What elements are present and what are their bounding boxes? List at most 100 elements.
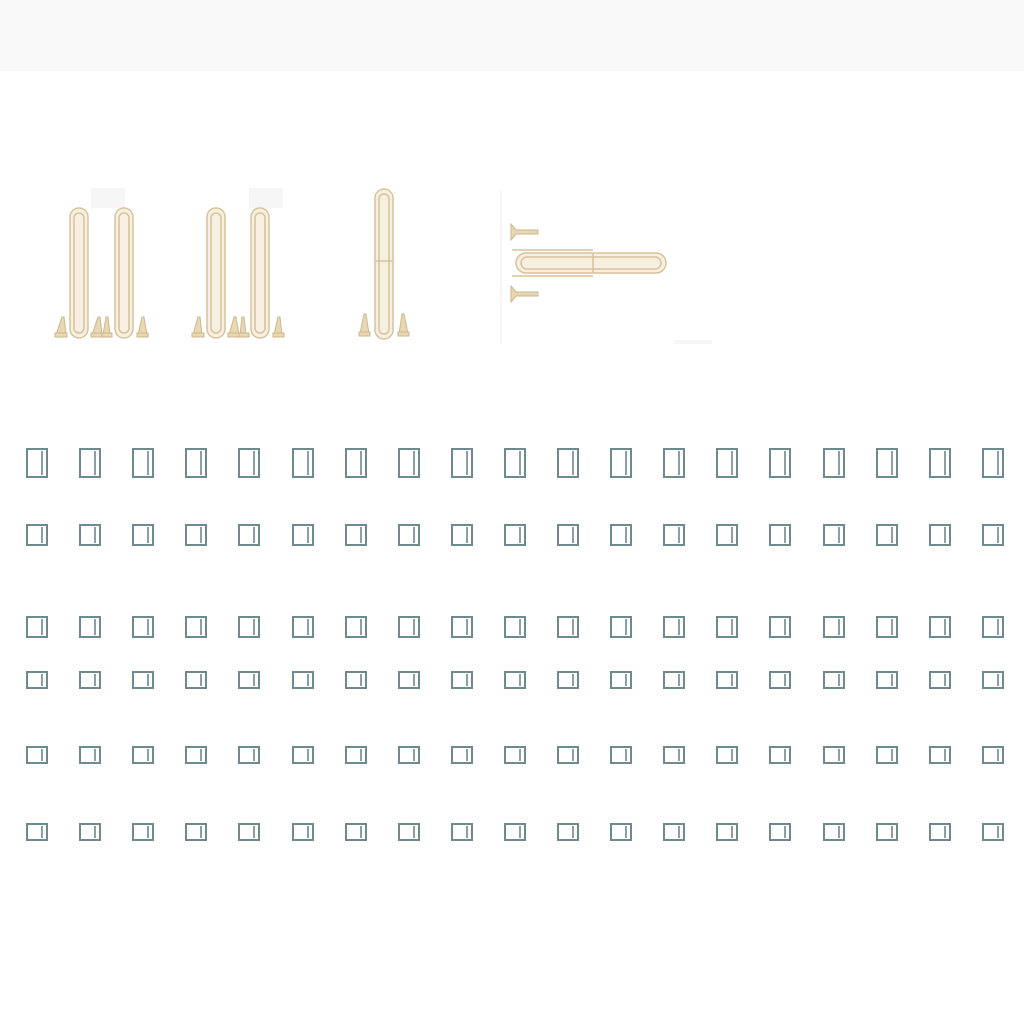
window-frame-icon[interactable] — [345, 448, 367, 478]
window-frame-icon[interactable] — [345, 746, 367, 764]
window-frame-icon[interactable] — [185, 823, 207, 841]
window-frame-icon[interactable] — [876, 823, 898, 841]
window-frame-icon[interactable] — [345, 616, 367, 638]
window-frame-icon[interactable] — [292, 746, 314, 764]
window-frame-icon[interactable] — [982, 823, 1004, 841]
window-frame-icon[interactable] — [132, 823, 154, 841]
window-frame-icon[interactable] — [504, 823, 526, 841]
window-frame-icon[interactable] — [504, 616, 526, 638]
window-frame-icon[interactable] — [610, 524, 632, 546]
window-frame-icon[interactable] — [929, 823, 951, 841]
window-frame-icon[interactable] — [823, 823, 845, 841]
window-frame-icon[interactable] — [610, 616, 632, 638]
window-frame-icon[interactable] — [132, 746, 154, 764]
window-frame-icon[interactable] — [982, 746, 1004, 764]
window-frame-icon[interactable] — [504, 448, 526, 478]
window-frame-icon[interactable] — [132, 448, 154, 478]
window-frame-icon[interactable] — [504, 671, 526, 689]
window-frame-icon[interactable] — [557, 823, 579, 841]
window-frame-icon[interactable] — [823, 616, 845, 638]
window-frame-icon[interactable] — [982, 616, 1004, 638]
window-frame-icon[interactable] — [79, 746, 101, 764]
window-frame-icon[interactable] — [982, 524, 1004, 546]
window-frame-icon[interactable] — [398, 448, 420, 478]
window-frame-icon[interactable] — [26, 524, 48, 546]
window-frame-icon[interactable] — [292, 616, 314, 638]
window-frame-icon[interactable] — [132, 671, 154, 689]
window-frame-icon[interactable] — [26, 746, 48, 764]
window-frame-icon[interactable] — [610, 823, 632, 841]
window-frame-icon[interactable] — [451, 524, 473, 546]
window-frame-icon[interactable] — [185, 616, 207, 638]
window-frame-icon[interactable] — [451, 616, 473, 638]
window-frame-icon[interactable] — [398, 746, 420, 764]
window-frame-icon[interactable] — [929, 524, 951, 546]
window-frame-icon[interactable] — [876, 524, 898, 546]
window-frame-icon[interactable] — [716, 524, 738, 546]
window-frame-icon[interactable] — [929, 746, 951, 764]
window-frame-icon[interactable] — [557, 671, 579, 689]
window-frame-icon[interactable] — [26, 671, 48, 689]
window-frame-icon[interactable] — [292, 671, 314, 689]
window-frame-icon[interactable] — [451, 823, 473, 841]
window-frame-icon[interactable] — [769, 616, 791, 638]
window-frame-icon[interactable] — [663, 524, 685, 546]
window-frame-icon[interactable] — [876, 671, 898, 689]
window-frame-icon[interactable] — [769, 448, 791, 478]
window-frame-icon[interactable] — [238, 616, 260, 638]
window-frame-icon[interactable] — [79, 524, 101, 546]
window-frame-icon[interactable] — [79, 448, 101, 478]
window-frame-icon[interactable] — [345, 823, 367, 841]
window-frame-icon[interactable] — [185, 448, 207, 478]
window-frame-icon[interactable] — [663, 746, 685, 764]
window-frame-icon[interactable] — [451, 671, 473, 689]
window-frame-icon[interactable] — [79, 671, 101, 689]
window-frame-icon[interactable] — [610, 671, 632, 689]
window-frame-icon[interactable] — [26, 823, 48, 841]
window-frame-icon[interactable] — [929, 671, 951, 689]
window-frame-icon[interactable] — [876, 616, 898, 638]
window-frame-icon[interactable] — [185, 671, 207, 689]
window-frame-icon[interactable] — [238, 524, 260, 546]
window-frame-icon[interactable] — [823, 746, 845, 764]
window-frame-icon[interactable] — [769, 671, 791, 689]
window-frame-icon[interactable] — [504, 746, 526, 764]
window-frame-icon[interactable] — [557, 524, 579, 546]
window-frame-icon[interactable] — [929, 448, 951, 478]
window-frame-icon[interactable] — [398, 524, 420, 546]
window-frame-icon[interactable] — [610, 746, 632, 764]
window-frame-icon[interactable] — [823, 671, 845, 689]
window-frame-icon[interactable] — [663, 616, 685, 638]
window-frame-icon[interactable] — [79, 823, 101, 841]
window-frame-icon[interactable] — [238, 671, 260, 689]
window-frame-icon[interactable] — [185, 524, 207, 546]
window-frame-icon[interactable] — [929, 616, 951, 638]
window-frame-icon[interactable] — [823, 448, 845, 478]
window-frame-icon[interactable] — [982, 671, 1004, 689]
window-frame-icon[interactable] — [345, 671, 367, 689]
window-frame-icon[interactable] — [823, 524, 845, 546]
window-frame-icon[interactable] — [238, 823, 260, 841]
window-frame-icon[interactable] — [238, 746, 260, 764]
window-frame-icon[interactable] — [716, 746, 738, 764]
window-frame-icon[interactable] — [451, 448, 473, 478]
window-frame-icon[interactable] — [26, 616, 48, 638]
window-frame-icon[interactable] — [769, 524, 791, 546]
window-frame-icon[interactable] — [769, 746, 791, 764]
window-frame-icon[interactable] — [557, 746, 579, 764]
window-frame-icon[interactable] — [398, 616, 420, 638]
window-frame-icon[interactable] — [610, 448, 632, 478]
window-frame-icon[interactable] — [398, 823, 420, 841]
window-frame-icon[interactable] — [185, 746, 207, 764]
window-frame-icon[interactable] — [716, 616, 738, 638]
window-frame-icon[interactable] — [663, 823, 685, 841]
window-frame-icon[interactable] — [876, 448, 898, 478]
window-frame-icon[interactable] — [716, 671, 738, 689]
window-frame-icon[interactable] — [26, 448, 48, 478]
window-frame-icon[interactable] — [132, 524, 154, 546]
window-frame-icon[interactable] — [769, 823, 791, 841]
window-frame-icon[interactable] — [876, 746, 898, 764]
window-frame-icon[interactable] — [345, 524, 367, 546]
window-frame-icon[interactable] — [292, 823, 314, 841]
window-frame-icon[interactable] — [292, 448, 314, 478]
